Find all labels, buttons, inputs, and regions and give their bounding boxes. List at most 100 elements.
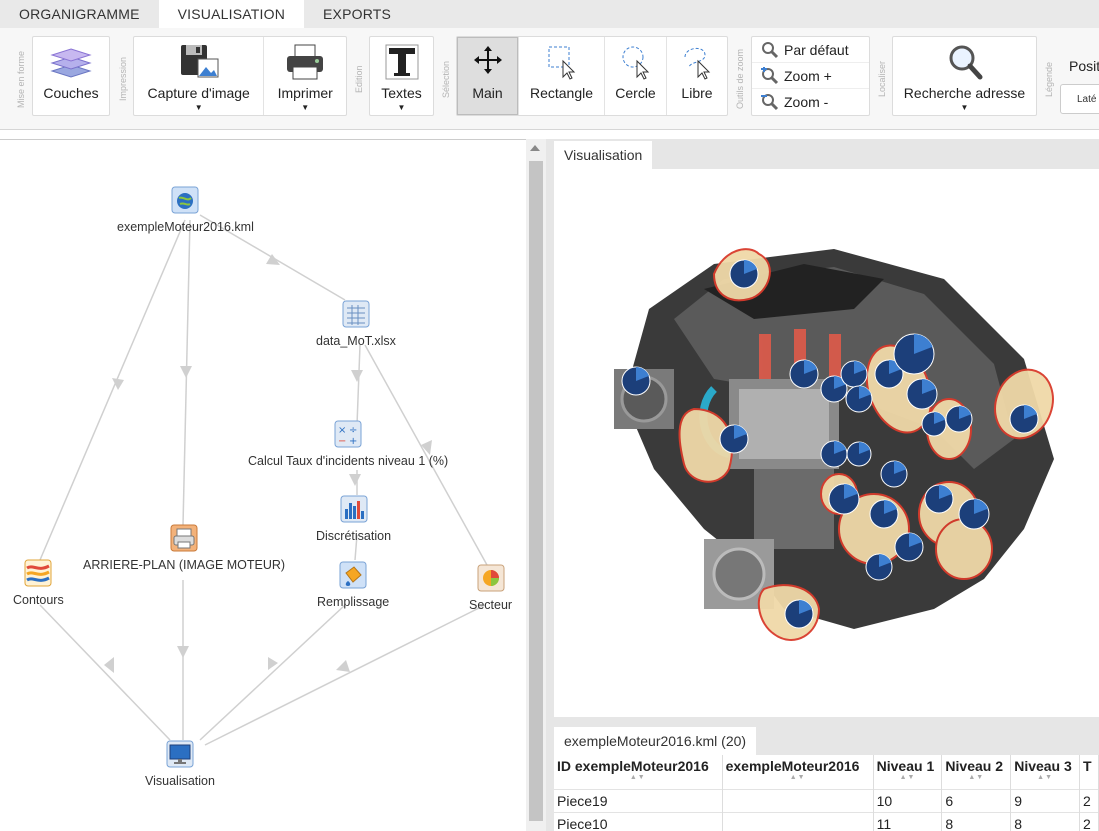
caret-down-icon: ▼ [397, 103, 406, 112]
node-kml-label: exempleMoteur2016.kml [117, 220, 254, 234]
textes-label: Textes [381, 85, 422, 101]
sort-arrows-icon[interactable]: ▲▼ [945, 774, 1007, 782]
visualisation-area: Visualisation exempleMoteur2016.kml (20)… [546, 139, 1099, 831]
tab-visualisation[interactable]: VISUALISATION [158, 0, 305, 28]
group-mise-en-forme: Couches [32, 36, 110, 116]
lasso-select-icon [684, 48, 711, 80]
node-kml[interactable]: exempleMoteur2016.kml [117, 186, 254, 234]
table-cell: 2 [1079, 811, 1099, 831]
column-header[interactable]: T [1079, 755, 1099, 789]
table-row[interactable]: Piece10 11 8 8 2 [554, 811, 1099, 831]
sort-arrows-icon[interactable]: ▲▼ [877, 774, 939, 782]
node-data-xlsx[interactable]: data_MoT.xlsx [316, 300, 396, 348]
tab-organigramme[interactable]: ORGANIGRAMME [0, 0, 159, 28]
libre-tool-button[interactable]: Libre [667, 37, 727, 115]
column-header[interactable]: exempleMoteur2016 ▲▼ [722, 755, 874, 789]
magnifier-icon [762, 41, 779, 58]
node-data-label: data_MoT.xlsx [316, 334, 396, 348]
table-tab[interactable]: exempleMoteur2016.kml (20) [554, 727, 757, 755]
capture-image-button[interactable]: Capture d'image ▼ [134, 37, 265, 115]
table-cell: Piece19 [554, 788, 723, 812]
sort-arrows-icon[interactable]: ▲▼ [726, 774, 870, 782]
organigramme-panel: exempleMoteur2016.kml data_MoT.xlsx × ÷ − +… [0, 139, 526, 831]
table-cell: 10 [873, 788, 943, 812]
sort-arrows-icon[interactable]: ▲▼ [1014, 774, 1076, 782]
node-contours-label: Contours [13, 593, 64, 607]
data-table: ID exempleMoteur2016 ▲▼ exempleMoteur2016… [554, 755, 1099, 831]
svg-text:×: × [338, 425, 346, 436]
imprimer-label: Imprimer [277, 85, 333, 101]
zoom-in-icon [761, 66, 779, 84]
table-cell: Piece10 [554, 811, 723, 831]
recherche-adresse-button[interactable]: Recherche adresse ▼ [893, 37, 1036, 115]
column-header[interactable]: Niveau 2 ▲▼ [941, 755, 1012, 789]
position-select[interactable]: Laté [1060, 84, 1099, 114]
table-cell: 9 [1010, 788, 1080, 812]
table-cell: 11 [873, 811, 943, 831]
group-zoom: Par défaut Zoom + Zoom - [751, 36, 870, 116]
table-cell: 2 [1079, 788, 1099, 812]
column-header[interactable]: ID exempleMoteur2016 ▲▼ [554, 755, 723, 789]
engine-visualisation-image [614, 248, 1054, 641]
table-header-row: ID exempleMoteur2016 ▲▼ exempleMoteur2016… [554, 755, 1099, 789]
visualisation-tab[interactable]: Visualisation [554, 141, 653, 169]
zoom-default-button[interactable]: Par défaut [752, 37, 869, 63]
search-icon [949, 45, 982, 80]
tab-exports[interactable]: EXPORTS [304, 0, 410, 28]
caret-down-icon: ▼ [960, 103, 969, 112]
textes-button[interactable]: Textes ▼ [370, 37, 433, 115]
node-discretisation-label: Discrétisation [316, 529, 392, 543]
zoom-out-label: Zoom - [784, 94, 829, 110]
main-tool-button[interactable]: Main [457, 37, 519, 115]
scroll-thumb[interactable] [529, 161, 543, 821]
globe-file-icon [171, 186, 199, 214]
zoom-in-label: Zoom + [784, 67, 832, 84]
spreadsheet-icon [342, 300, 370, 328]
node-discretisation[interactable]: Discrétisation [316, 495, 391, 543]
table-cell: 8 [1010, 811, 1080, 831]
sort-arrows-icon[interactable]: ▲▼ [557, 774, 719, 782]
paint-bucket-icon [339, 561, 367, 589]
main-label: Main [472, 85, 503, 101]
table-row[interactable]: Piece19 10 6 9 2 [554, 788, 1099, 812]
caret-down-icon: ▼ [301, 103, 310, 112]
group-label-legende: Légende [1044, 61, 1054, 97]
group-label-edition: Edition [354, 65, 364, 93]
zoom-out-button[interactable]: Zoom - [752, 89, 869, 115]
node-remplissage[interactable]: Remplissage [317, 561, 389, 609]
table-cell: 8 [941, 811, 1012, 831]
layers-icon [50, 48, 92, 78]
group-localiser: Recherche adresse ▼ [892, 36, 1037, 116]
node-calcul[interactable]: × ÷ − + Calcul Taux d'incidents niveau 1 (%… [248, 420, 448, 468]
imprimer-button[interactable]: Imprimer ▼ [264, 37, 346, 115]
rectangle-select-icon [548, 46, 575, 80]
node-contours[interactable]: Contours [13, 559, 64, 607]
node-visualisation[interactable]: Visualisation [145, 740, 215, 788]
node-arriere-plan-label: ARRIERE-PLAN (IMAGE MOTEUR) [83, 558, 286, 572]
background-image-icon [170, 524, 198, 552]
node-secteur[interactable]: Secteur [469, 564, 512, 612]
column-header[interactable]: Niveau 1 ▲▼ [873, 755, 943, 789]
attribute-table: ID exempleMoteur2016 ▲▼ exempleMoteur2016… [554, 755, 1099, 831]
group-label-outils-zoom: Outils de zoom [735, 48, 745, 110]
scroll-up-arrow-icon[interactable] [530, 145, 540, 151]
svg-text:−: − [338, 436, 346, 447]
table-cell [722, 811, 874, 831]
zoom-in-button[interactable]: Zoom + [752, 63, 869, 89]
rectangle-tool-button[interactable]: Rectangle [519, 37, 605, 115]
pie-chart-icon [477, 564, 505, 592]
column-header[interactable]: Niveau 3 ▲▼ [1010, 755, 1080, 789]
libre-label: Libre [681, 85, 713, 101]
cercle-tool-button[interactable]: Cercle [605, 37, 667, 115]
contours-icon [24, 559, 52, 587]
left-panel-scrollbar[interactable] [526, 139, 546, 831]
visualisation-canvas[interactable] [554, 169, 1099, 717]
text-icon [385, 44, 418, 80]
capture-image-label: Capture d'image [147, 85, 250, 101]
node-secteur-label: Secteur [469, 598, 513, 612]
node-arriere-plan[interactable]: ARRIERE-PLAN (IMAGE MOTEUR) [83, 524, 285, 572]
table-cell [722, 788, 874, 812]
svg-text:+: + [349, 436, 357, 447]
couches-button[interactable]: Couches [33, 37, 109, 115]
caret-down-icon: ▼ [194, 103, 203, 112]
